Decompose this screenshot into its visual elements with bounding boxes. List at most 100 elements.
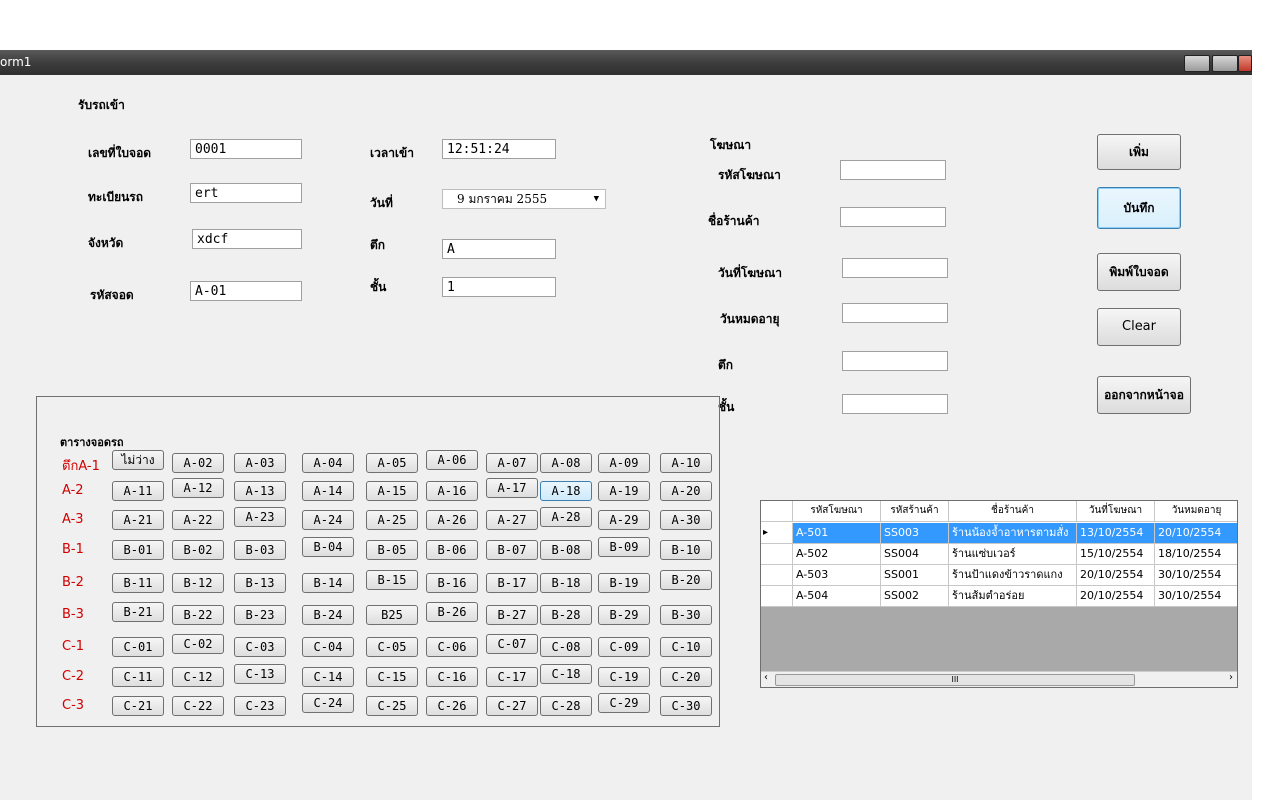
parking-spot-button[interactable]: A-22: [172, 510, 224, 530]
parking-spot-button[interactable]: C-19: [598, 667, 650, 687]
parking-spot-button[interactable]: C-08: [540, 637, 592, 657]
parking-spot-button[interactable]: C-14: [302, 667, 354, 687]
grid-cell[interactable]: 20/10/2554: [1077, 586, 1155, 607]
parking-spot-button[interactable]: B-22: [172, 605, 224, 625]
expire-input[interactable]: [842, 303, 948, 323]
ad-data-grid[interactable]: รหัสโฆษณา รหัสร้านค้า ชื่อร้านค้า วันที่โฆษ…: [760, 500, 1238, 688]
grid-cell[interactable]: ร้านน้องจ้ำอาหารตามสั่ง: [949, 523, 1077, 544]
parking-spot-button[interactable]: A-19: [598, 481, 650, 501]
parking-spot-button[interactable]: C-16: [426, 667, 478, 687]
parking-spot-button[interactable]: A-13: [234, 481, 286, 501]
parking-spot-button[interactable]: B-19: [598, 573, 650, 593]
parking-spot-button[interactable]: C-26: [426, 696, 478, 716]
parking-spot-button[interactable]: B25: [366, 605, 418, 625]
parking-spot-button[interactable]: A-29: [598, 510, 650, 530]
parking-spot-button[interactable]: C-23: [234, 696, 286, 716]
parking-spot-button[interactable]: C-05: [366, 637, 418, 657]
add-button[interactable]: เพิ่ม: [1097, 134, 1181, 170]
parking-spot-button[interactable]: B-01: [112, 540, 164, 560]
parking-spot-button[interactable]: B-13: [234, 573, 286, 593]
parking-spot-button[interactable]: C-11: [112, 667, 164, 687]
parking-spot-button[interactable]: C-03: [234, 637, 286, 657]
scroll-thumb[interactable]: III: [775, 674, 1135, 686]
parking-spot-button[interactable]: B-02: [172, 540, 224, 560]
parking-spot-button[interactable]: A-07: [486, 453, 538, 473]
parking-spot-button[interactable]: B-08: [540, 540, 592, 560]
parking-spot-button[interactable]: C-20: [660, 667, 712, 687]
ad-building-input[interactable]: [842, 351, 948, 371]
parking-spot-button[interactable]: B-21: [112, 602, 164, 622]
parking-spot-button[interactable]: C-02: [172, 634, 224, 654]
grid-cell[interactable]: SS003: [881, 523, 949, 544]
building-input[interactable]: A: [442, 239, 556, 259]
parking-spot-button[interactable]: C-10: [660, 637, 712, 657]
parking-spot-button[interactable]: B-15: [366, 570, 418, 590]
parking-spot-button[interactable]: B-05: [366, 540, 418, 560]
grid-column-header[interactable]: รหัสโฆษณา: [793, 501, 881, 522]
exit-button[interactable]: ออกจากหน้าจอ: [1097, 376, 1191, 414]
grid-column-header[interactable]: วันหมดอายุ: [1155, 501, 1237, 522]
parking-spot-button[interactable]: B-16: [426, 573, 478, 593]
parking-spot-button[interactable]: B-03: [234, 540, 286, 560]
parking-spot-button[interactable]: C-01: [112, 637, 164, 657]
parking-spot-button[interactable]: C-09: [598, 637, 650, 657]
parking-spot-button[interactable]: A-27: [486, 510, 538, 530]
grid-row-header[interactable]: [761, 565, 793, 586]
grid-cell[interactable]: 30/10/2554: [1155, 565, 1237, 586]
grid-cell[interactable]: SS002: [881, 586, 949, 607]
grid-cell[interactable]: SS004: [881, 544, 949, 565]
chevron-down-icon[interactable]: ▼: [594, 191, 599, 208]
parking-spot-button[interactable]: C-29: [598, 693, 650, 713]
clear-button[interactable]: Clear: [1097, 308, 1181, 346]
spot-code-input[interactable]: A-01: [190, 281, 302, 301]
grid-cell[interactable]: A-503: [793, 565, 881, 586]
parking-spot-button[interactable]: C-21: [112, 696, 164, 716]
parking-spot-button[interactable]: C-28: [540, 696, 592, 716]
grid-column-header[interactable]: รหัสร้านค้า: [881, 501, 949, 522]
grid-row-header[interactable]: ▸: [761, 523, 793, 544]
parking-spot-button[interactable]: A-10: [660, 453, 712, 473]
parking-spot-button[interactable]: C-07: [486, 634, 538, 654]
grid-row-header[interactable]: [761, 544, 793, 565]
grid-cell[interactable]: A-502: [793, 544, 881, 565]
parking-spot-button[interactable]: A-09: [598, 453, 650, 473]
plate-input[interactable]: ert: [190, 183, 302, 203]
parking-spot-button[interactable]: B-04: [302, 537, 354, 557]
parking-spot-button[interactable]: A-15: [366, 481, 418, 501]
parking-spot-button[interactable]: B-06: [426, 540, 478, 560]
grid-cell[interactable]: A-501: [793, 523, 881, 544]
parking-spot-button[interactable]: A-20: [660, 481, 712, 501]
scroll-left-icon[interactable]: ‹: [764, 672, 768, 683]
parking-spot-button[interactable]: A-08: [540, 453, 592, 473]
parking-spot-button[interactable]: B-14: [302, 573, 354, 593]
grid-row-header[interactable]: [761, 586, 793, 607]
grid-cell[interactable]: 20/10/2554: [1077, 565, 1155, 586]
horizontal-scrollbar[interactable]: ‹ III ›: [761, 671, 1237, 687]
parking-spot-button[interactable]: C-04: [302, 637, 354, 657]
parking-spot-button[interactable]: A-02: [172, 453, 224, 473]
parking-spot-button[interactable]: A-05: [366, 453, 418, 473]
grid-column-header[interactable]: วันที่โฆษณา: [1077, 501, 1155, 522]
save-button[interactable]: บันทึก: [1097, 187, 1181, 229]
parking-spot-button[interactable]: C-15: [366, 667, 418, 687]
ad-date-input[interactable]: [842, 258, 948, 278]
grid-cell[interactable]: 20/10/2554: [1155, 523, 1237, 544]
parking-spot-button[interactable]: B-29: [598, 605, 650, 625]
parking-spot-button[interactable]: A-14: [302, 481, 354, 501]
parking-spot-button[interactable]: B-17: [486, 573, 538, 593]
parking-spot-button[interactable]: B-23: [234, 605, 286, 625]
parking-spot-button[interactable]: ไม่ว่าง: [112, 450, 164, 470]
parking-spot-button[interactable]: C-27: [486, 696, 538, 716]
parking-spot-button[interactable]: C-30: [660, 696, 712, 716]
parking-spot-button[interactable]: B-12: [172, 573, 224, 593]
parking-spot-button[interactable]: B-28: [540, 605, 592, 625]
grid-cell[interactable]: A-504: [793, 586, 881, 607]
parking-spot-button[interactable]: B-07: [486, 540, 538, 560]
parking-spot-button[interactable]: B-20: [660, 570, 712, 590]
grid-cell[interactable]: ร้านส้มตำอร่อย: [949, 586, 1077, 607]
print-ticket-button[interactable]: พิมพ์ใบจอด: [1097, 253, 1181, 291]
parking-spot-button[interactable]: C-17: [486, 667, 538, 687]
parking-spot-button[interactable]: B-24: [302, 605, 354, 625]
parking-spot-button[interactable]: B-26: [426, 602, 478, 622]
grid-column-header[interactable]: ชื่อร้านค้า: [949, 501, 1077, 522]
